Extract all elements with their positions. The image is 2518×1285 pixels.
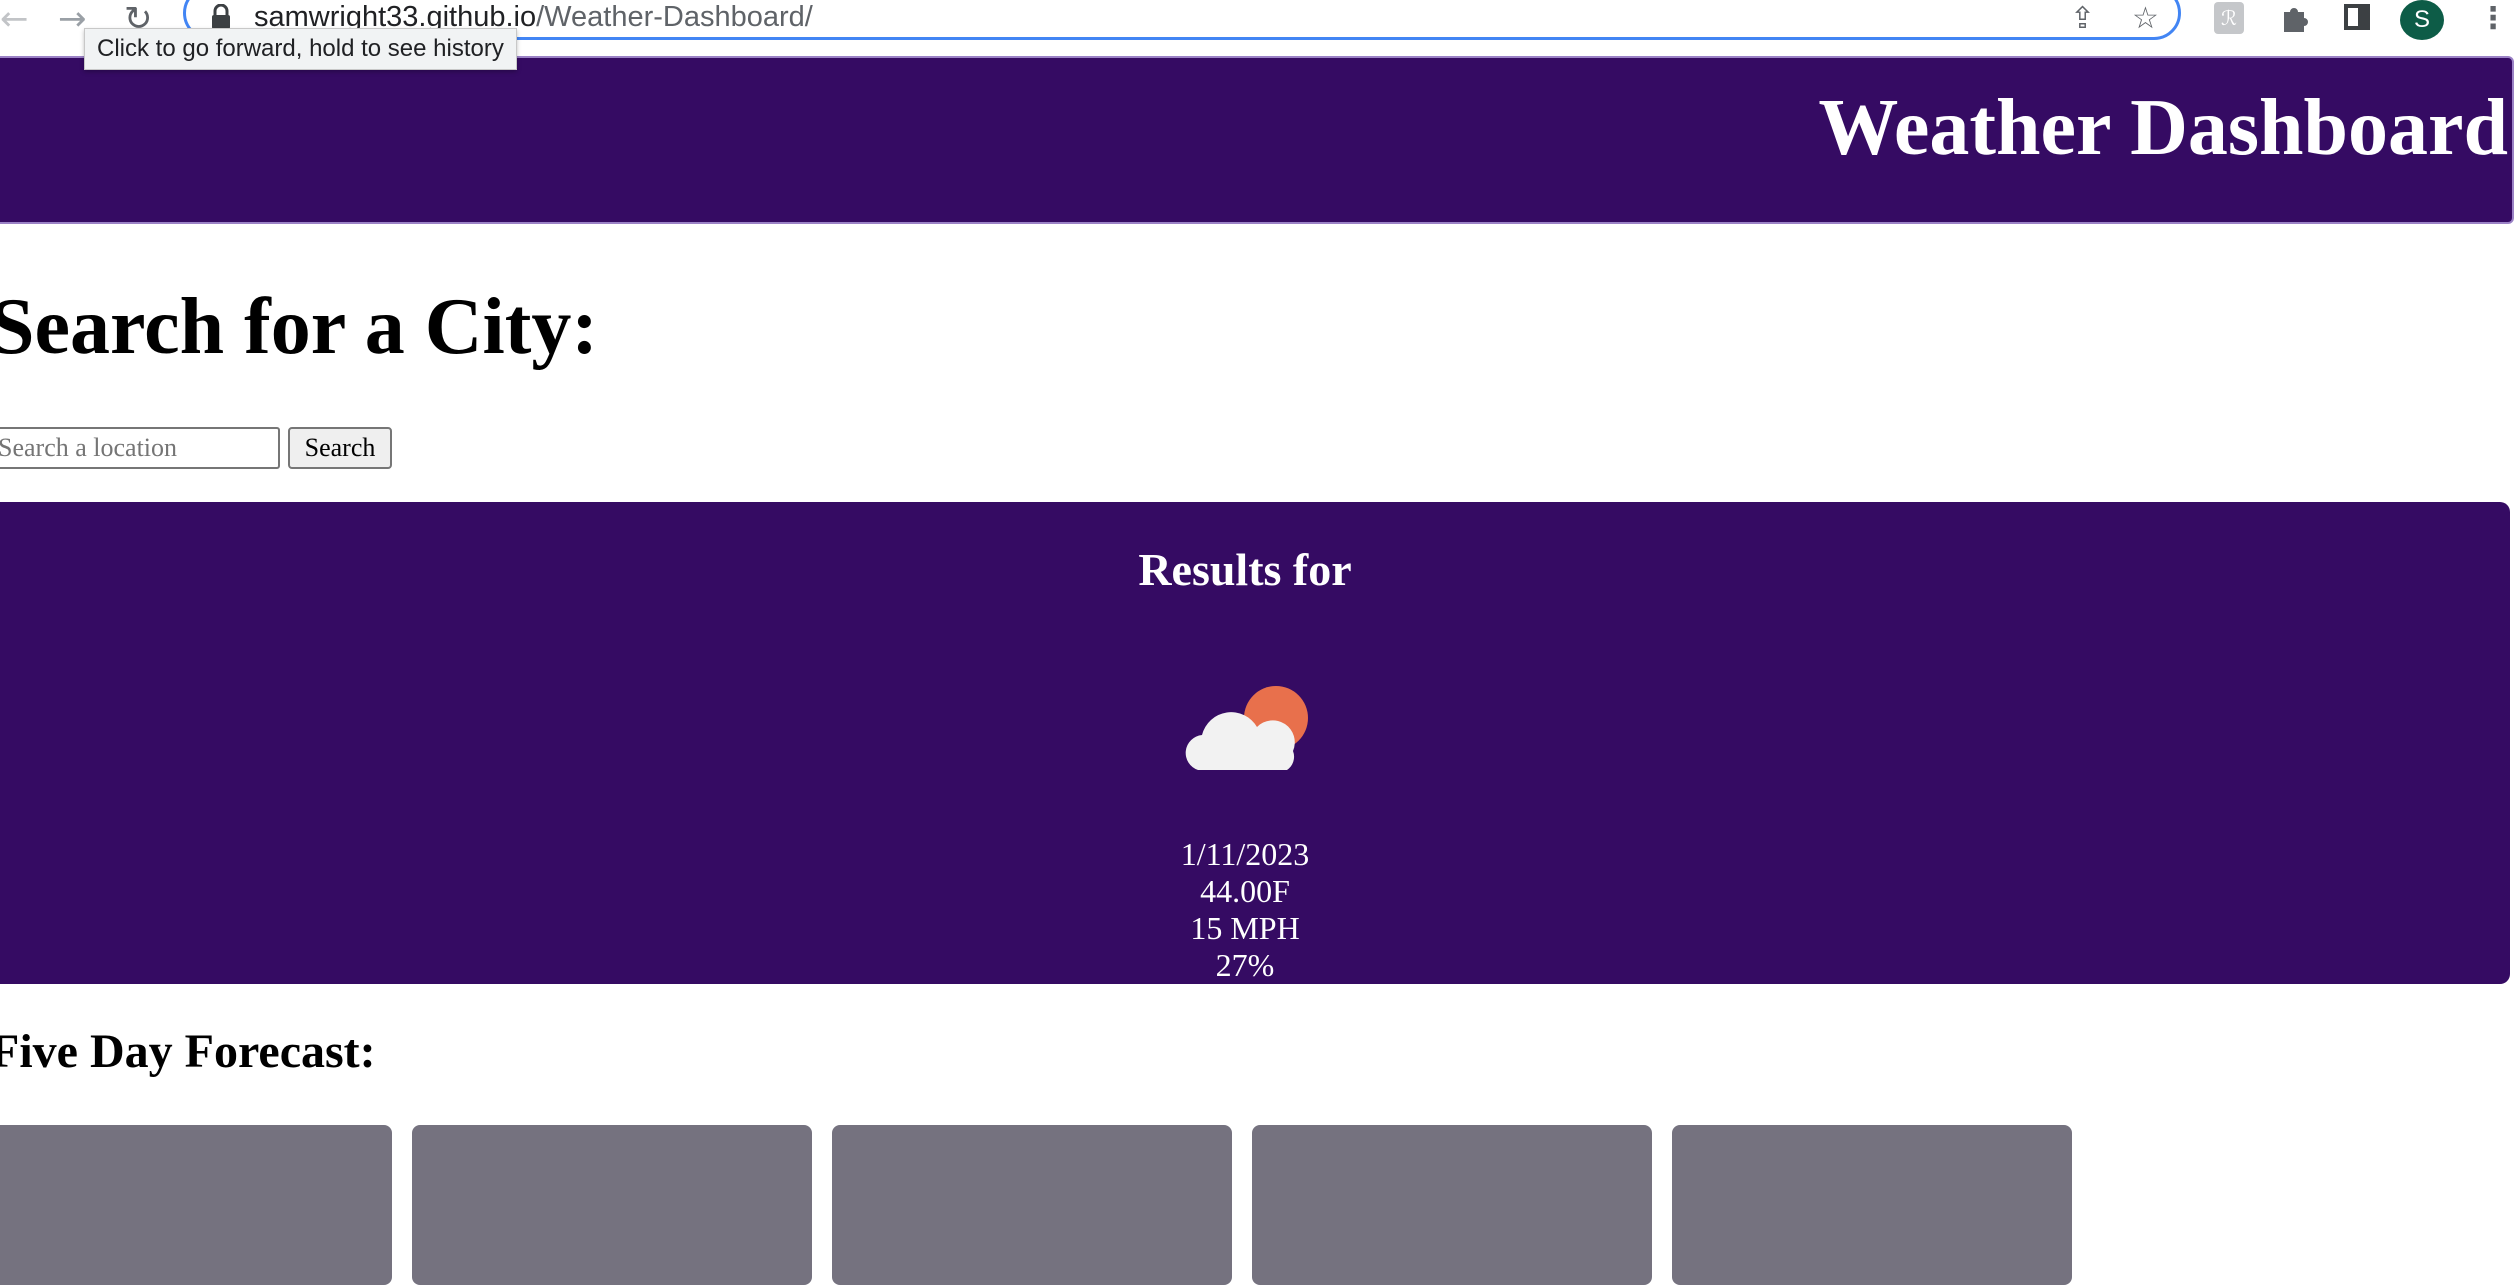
results-title: Results for bbox=[1138, 544, 1352, 595]
url-path: /Weather-Dashboard/ bbox=[536, 1, 813, 33]
forecast-heading: Five Day Forecast: bbox=[0, 1025, 376, 1078]
results-humidity: 27% bbox=[1215, 947, 1275, 983]
results-panel: Results for 1/11/2023 44.00F 15 MPH 27% bbox=[0, 502, 2510, 984]
avatar[interactable]: S bbox=[2400, 0, 2444, 40]
star-icon[interactable]: ☆ bbox=[2132, 2, 2159, 36]
search-button[interactable]: Search bbox=[288, 427, 392, 469]
forecast-card bbox=[0, 1125, 392, 1285]
extension-icon[interactable]: ℛ bbox=[2214, 2, 2244, 34]
kebab-menu-icon[interactable]: ⋮ bbox=[2478, 2, 2508, 36]
puzzle-icon[interactable] bbox=[2278, 2, 2310, 34]
search-input[interactable] bbox=[0, 427, 280, 469]
lock-icon[interactable] bbox=[210, 4, 232, 30]
forecast-card bbox=[1672, 1125, 2072, 1285]
arrow-left-icon[interactable]: ← bbox=[0, 2, 29, 36]
cloud-sun-icon bbox=[1185, 686, 1308, 770]
forecast-card bbox=[1252, 1125, 1652, 1285]
forecast-card bbox=[832, 1125, 1232, 1285]
results-wind: 15 MPH bbox=[1190, 910, 1300, 946]
page-title: Weather Dashboard bbox=[1818, 84, 2508, 172]
side-panel-icon[interactable] bbox=[2344, 4, 2370, 30]
search-heading: Search for a City: bbox=[0, 283, 599, 371]
tooltip: Click to go forward, hold to see history bbox=[84, 28, 517, 70]
site-header: Weather Dashboard bbox=[0, 56, 2514, 224]
share-icon[interactable]: ⇪ bbox=[2070, 2, 2095, 36]
results-date: 1/11/2023 bbox=[1180, 836, 1310, 872]
results-temperature: 44.00F bbox=[1200, 873, 1290, 909]
forecast-card bbox=[412, 1125, 812, 1285]
arrow-right-icon[interactable]: → bbox=[58, 2, 87, 36]
